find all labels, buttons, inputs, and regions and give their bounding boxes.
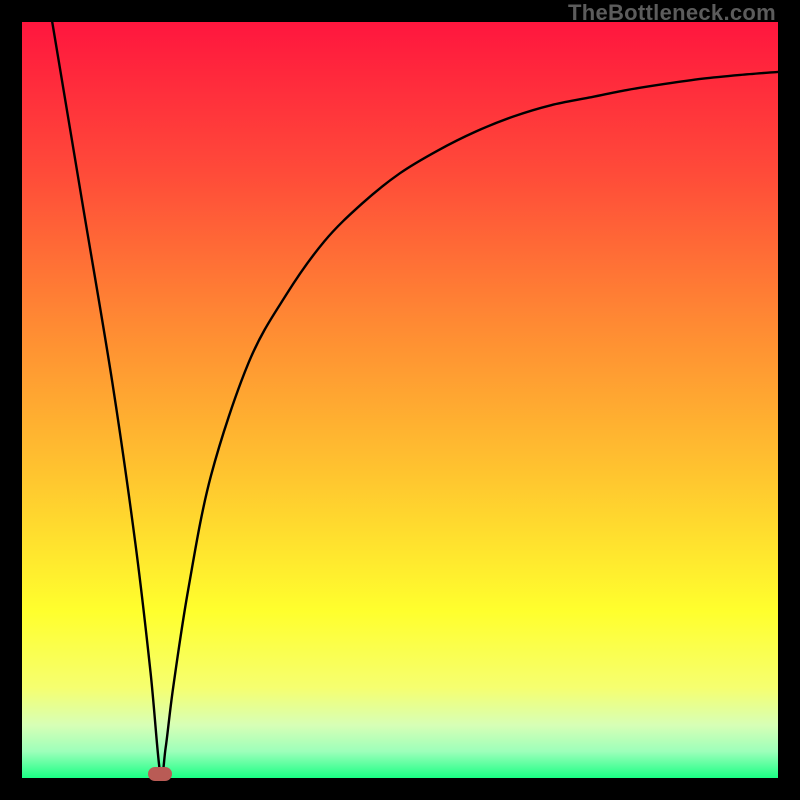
chart-background [22,22,778,778]
minimum-marker [148,767,172,781]
chart-svg [22,22,778,778]
chart-frame [22,22,778,778]
attribution-watermark: TheBottleneck.com [568,0,776,26]
